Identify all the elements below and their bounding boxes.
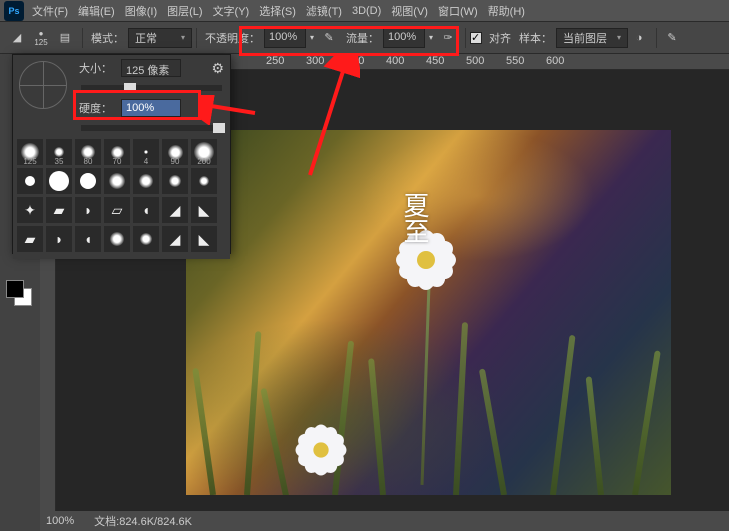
flower-image xyxy=(291,420,351,480)
brush-preset[interactable]: ◖ xyxy=(75,226,101,252)
ignore-adjust-icon[interactable]: ◑ xyxy=(628,27,650,49)
brush-preset[interactable]: 90 xyxy=(162,139,188,165)
brush-preset[interactable] xyxy=(46,168,72,194)
pressure-size-icon[interactable]: ✎ xyxy=(661,27,683,49)
brush-preset[interactable]: ✦ xyxy=(17,197,43,223)
menubar: Ps 文件(F) 编辑(E) 图像(I) 图层(L) 文字(Y) 选择(S) 滤… xyxy=(0,0,729,22)
menu-window[interactable]: 窗口(W) xyxy=(438,3,478,19)
app-logo: Ps xyxy=(4,1,24,21)
brush-preset[interactable] xyxy=(133,226,159,252)
brush-preset[interactable] xyxy=(133,168,159,194)
brush-preset[interactable]: ▰ xyxy=(17,226,43,252)
sample-dropdown[interactable]: 当前图层▾ xyxy=(556,28,628,48)
brush-preset[interactable]: ▱ xyxy=(104,197,130,223)
brush-angle-preview[interactable] xyxy=(19,61,67,109)
menu-text[interactable]: 文字(Y) xyxy=(213,3,250,19)
brush-panel-icon[interactable]: ▤ xyxy=(54,27,76,49)
airbrush-icon[interactable]: ✑ xyxy=(437,27,459,49)
sample-label: 样本： xyxy=(519,30,552,46)
hardness-input[interactable]: 100% xyxy=(121,99,181,117)
brush-preset[interactable]: ◗ xyxy=(46,226,72,252)
menu-layer[interactable]: 图层(L) xyxy=(167,3,202,19)
brush-preset[interactable]: ◣ xyxy=(191,226,217,252)
menu-image[interactable]: 图像(I) xyxy=(125,3,157,19)
options-bar: ◢ ●125 ▤ 模式： 正常▾ 不透明度： 100% ▾ ✎ 流量： 100%… xyxy=(0,22,729,54)
gear-icon[interactable]: ⚙ xyxy=(211,60,224,77)
menu-help[interactable]: 帮助(H) xyxy=(488,3,525,19)
brush-preset[interactable]: ▰ xyxy=(46,197,72,223)
hardness-slider[interactable] xyxy=(81,125,222,131)
brush-presets: 125 35 80 70 4 90 200 ✦ ▰ ◗ ▱ ◖ ◢ ◣ ▰ xyxy=(13,135,230,259)
size-slider[interactable] xyxy=(81,85,222,91)
brush-preview-icon[interactable]: ●125 xyxy=(30,27,52,49)
brush-preset[interactable]: 4 xyxy=(133,139,159,165)
brush-popup: 大小： 125 像素 ⚙ 硬度： 100% 125 35 80 70 4 90 … xyxy=(12,54,231,254)
brush-preset[interactable] xyxy=(162,168,188,194)
brush-preset[interactable] xyxy=(104,168,130,194)
hardness-label: 硬度： xyxy=(79,100,121,116)
menu-view[interactable]: 视图(V) xyxy=(391,3,428,19)
aligned-label: 对齐 xyxy=(489,30,511,46)
mode-label: 模式： xyxy=(91,30,124,46)
brush-preset[interactable] xyxy=(191,168,217,194)
brush-preset[interactable]: ◢ xyxy=(162,226,188,252)
document-canvas[interactable]: 夏至 xyxy=(186,130,671,495)
brush-preset[interactable]: 80 xyxy=(75,139,101,165)
canvas-text: 夏至 xyxy=(396,192,433,244)
brush-preset[interactable]: ◖ xyxy=(133,197,159,223)
brush-preset[interactable]: 200 xyxy=(191,139,217,165)
brush-preset[interactable]: 35 xyxy=(46,139,72,165)
menu-edit[interactable]: 编辑(E) xyxy=(78,3,115,19)
opacity-label: 不透明度： xyxy=(205,30,260,46)
flow-label: 流量： xyxy=(346,30,379,46)
status-bar: 100% 文档:824.6K/824.6K xyxy=(40,511,729,531)
menu-file[interactable]: 文件(F) xyxy=(32,3,68,19)
brush-preset[interactable]: 70 xyxy=(104,139,130,165)
brush-preset[interactable] xyxy=(104,226,130,252)
size-input[interactable]: 125 像素 xyxy=(121,59,181,77)
brush-preset[interactable] xyxy=(17,168,43,194)
size-label: 大小： xyxy=(79,60,121,76)
menu-3d[interactable]: 3D(D) xyxy=(352,5,381,17)
aligned-checkbox[interactable] xyxy=(470,32,482,44)
opacity-field[interactable]: 100% xyxy=(264,28,306,48)
tool-preset-icon[interactable]: ◢ xyxy=(6,27,28,49)
zoom-level[interactable]: 100% xyxy=(46,515,74,527)
foreground-swatch[interactable] xyxy=(6,280,24,298)
mode-dropdown[interactable]: 正常▾ xyxy=(128,28,192,48)
doc-size: 文档:824.6K/824.6K xyxy=(94,513,192,529)
flow-field[interactable]: 100% xyxy=(383,28,425,48)
brush-preset[interactable]: ◣ xyxy=(191,197,217,223)
pressure-opacity-icon[interactable]: ✎ xyxy=(318,27,340,49)
brush-preset[interactable]: ◢ xyxy=(162,197,188,223)
brush-preset[interactable]: ◗ xyxy=(75,197,101,223)
brush-preset[interactable] xyxy=(75,168,101,194)
brush-preset[interactable]: 125 xyxy=(17,139,43,165)
menu-select[interactable]: 选择(S) xyxy=(259,3,296,19)
menu-filter[interactable]: 滤镜(T) xyxy=(306,3,342,19)
